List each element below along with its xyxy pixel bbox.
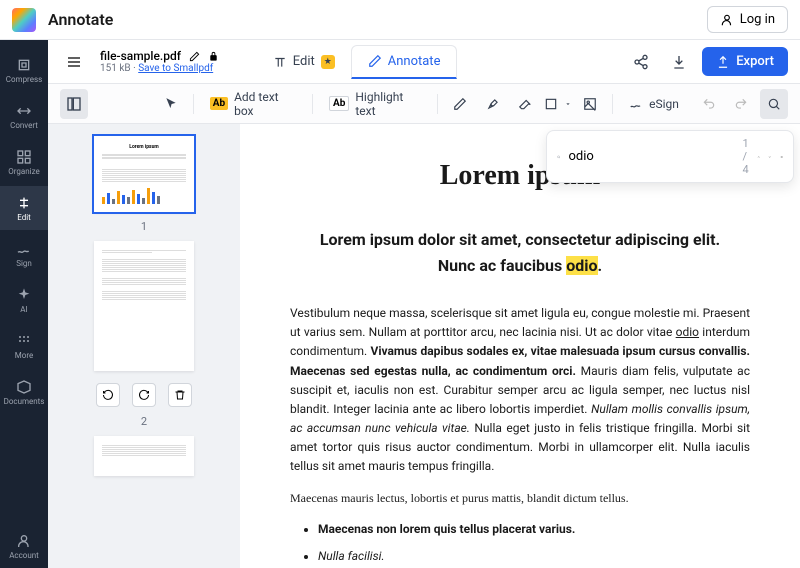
rotate-left-button[interactable]: [96, 383, 120, 407]
undo-button[interactable]: [695, 89, 723, 119]
user-icon: [720, 13, 734, 27]
document-page: Lorem ipsum Lorem ipsum dolor sit amet, …: [240, 124, 800, 568]
list-item: Maecenas non lorem quis tellus placerat …: [318, 520, 750, 539]
save-link[interactable]: Save to Smallpdf: [138, 63, 213, 74]
download-button[interactable]: [664, 47, 694, 77]
login-button[interactable]: Log in: [707, 6, 788, 33]
next-result-icon[interactable]: [768, 150, 771, 164]
highlight-tool[interactable]: AbHighlight text: [321, 89, 429, 119]
redo-button[interactable]: [727, 89, 755, 119]
doc-list: Maecenas non lorem quis tellus placerat …: [318, 520, 750, 568]
lock-icon: [208, 51, 219, 62]
image-tool[interactable]: [576, 89, 604, 119]
tab-annotate[interactable]: Annotate: [351, 45, 458, 79]
pen-icon: [368, 54, 382, 68]
file-name: file-sample.pdf: [100, 49, 181, 63]
search-icon: [557, 150, 560, 164]
close-search-icon[interactable]: [780, 150, 783, 164]
search-input[interactable]: [568, 149, 734, 164]
rail-more[interactable]: More: [0, 324, 48, 368]
rail-sign[interactable]: Sign: [0, 232, 48, 276]
add-text-tool[interactable]: AbAdd text box: [202, 89, 304, 119]
prev-result-icon[interactable]: [757, 150, 760, 164]
hamburger-menu[interactable]: [60, 48, 88, 76]
rotate-right-button[interactable]: [132, 383, 156, 407]
rail-convert[interactable]: Convert: [0, 94, 48, 138]
doc-paragraph: Maecenas mauris lectus, lobortis et puru…: [290, 489, 750, 508]
search-popup: 1 / 4: [546, 130, 794, 183]
page-thumbnail-2[interactable]: [94, 241, 194, 371]
document-view[interactable]: 1 / 4 Lorem ipsum Lorem ipsum dolor sit …: [240, 124, 800, 568]
search-count: 1 / 4: [742, 137, 748, 176]
file-size: 151 kB: [100, 63, 131, 74]
pencil-tool[interactable]: [446, 89, 474, 119]
upload-icon: [716, 55, 730, 69]
export-button[interactable]: Export: [702, 47, 788, 76]
highlighter-tool[interactable]: [479, 89, 507, 119]
layout-toggle[interactable]: [60, 89, 88, 119]
delete-page-button[interactable]: [168, 383, 192, 407]
search-button[interactable]: [760, 89, 788, 119]
page-thumbnail-3[interactable]: [94, 436, 194, 476]
app-title: Annotate: [48, 10, 707, 29]
tab-edit[interactable]: Edit ★: [257, 45, 351, 79]
doc-lead: Lorem ipsum dolor sit amet, consectetur …: [290, 227, 750, 280]
eraser-tool[interactable]: [511, 89, 539, 119]
rail-organize[interactable]: Organize: [0, 140, 48, 184]
list-item: Nulla facilisi.: [318, 547, 750, 566]
rail-documents[interactable]: Documents: [0, 370, 48, 414]
thumbnail-panel: Lorem ipsum 1: [48, 124, 240, 568]
thumb-number-2: 2: [141, 415, 147, 428]
star-badge: ★: [321, 55, 335, 69]
login-label: Log in: [740, 12, 775, 27]
pencil-icon[interactable]: [189, 51, 200, 62]
app-logo[interactable]: [12, 8, 36, 32]
page-thumbnail-1[interactable]: Lorem ipsum: [94, 136, 194, 212]
thumb-number-1: 1: [141, 220, 147, 233]
cursor-tool[interactable]: [156, 89, 184, 119]
shape-tool[interactable]: [543, 89, 571, 119]
rail-compress[interactable]: Compress: [0, 48, 48, 92]
rail-account[interactable]: Account: [0, 524, 48, 568]
esign-tool[interactable]: eSign: [621, 89, 687, 119]
search-highlight: odio: [566, 256, 597, 275]
left-rail: Compress Convert Organize Edit Sign AI M…: [0, 40, 48, 568]
doc-paragraph: Vestibulum neque massa, scelerisque sit …: [290, 304, 750, 477]
rail-ai[interactable]: AI: [0, 278, 48, 322]
rail-edit[interactable]: Edit: [0, 186, 48, 230]
text-icon: [273, 55, 287, 69]
share-button[interactable]: [626, 47, 656, 77]
